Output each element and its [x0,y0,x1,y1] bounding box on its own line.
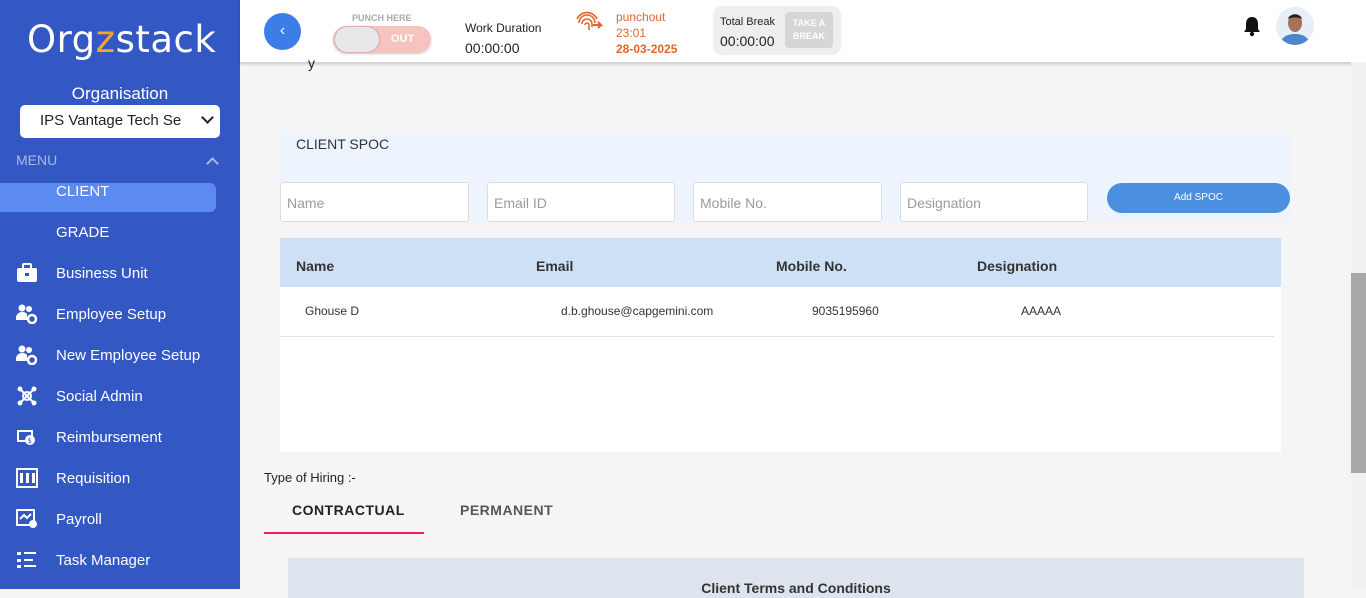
cell-mobile: 9035195960 [812,304,879,318]
sidebar-item-label: Employee Setup [56,306,167,323]
sidebar-item-label: CLIENT [56,183,110,200]
spoc-mobile-field[interactable]: Mobile No. [693,182,882,222]
sidebar-item-payroll[interactable]: Payroll [0,505,216,534]
active-tab-indicator [264,532,424,534]
punchout-date: 28-03-2025 [616,42,678,56]
punch-here-label: PUNCH HERE [352,13,412,23]
sidebar-item-task-manager[interactable]: Task Manager [0,546,216,575]
type-of-hiring-label: Type of Hiring :- [264,470,356,485]
user-avatar-icon [1276,7,1314,45]
punchout-label: punchout [616,10,666,24]
sidebar-item-label: GRADE [56,224,110,241]
spoc-name-field[interactable]: Name [280,182,469,222]
work-duration-value: 00:00:00 [465,40,520,56]
client-spoc-panel: CLIENT SPOC Name Email ID Mobile No. Des… [280,133,1291,222]
column-header-name: Name [296,258,335,274]
sidebar-item-requisition[interactable]: Requisition [0,464,216,493]
cell-email: d.b.ghouse@capgemini.com [561,304,714,318]
top-header: ‹ PUNCH HERE OUT Work Duration 00:00:00 … [240,0,1366,63]
avatar[interactable] [1276,7,1314,45]
bell-icon[interactable] [1242,15,1262,37]
partial-text: y [308,55,315,71]
take-break-button[interactable]: TAKE A BREAK [785,12,833,48]
sidebar-item-grade[interactable]: GRADE [0,218,216,247]
sidebar-item-business-unit[interactable]: Business Unit [0,259,216,288]
column-header-email: Email [536,258,574,274]
cell-designation: AAAAA [1021,304,1062,318]
social-admin-icon [17,386,37,406]
task-list-icon [17,552,36,568]
sidebar-item-label: Requisition [56,470,131,487]
users-gear-icon [16,345,38,365]
menu-label: MENU [16,152,58,168]
organisation-select-value: IPS Vantage Tech Se [40,112,182,129]
svg-text:$: $ [28,437,32,445]
work-duration-label: Work Duration [465,21,542,35]
back-button[interactable]: ‹ [264,13,301,50]
orgzstack-logo[interactable]: Orgzstack [27,18,216,61]
take-break-line1: TAKE A [792,18,826,28]
sidebar-item-social-admin[interactable]: Social Admin [0,382,216,411]
add-spoc-button[interactable]: Add SPOC [1107,183,1290,213]
briefcase-icon [17,263,37,282]
sidebar: Orgzstack Organisation IPS Vantage Tech … [0,0,240,589]
punch-toggle[interactable]: OUT [333,26,431,53]
client-spoc-title: CLIENT SPOC [296,136,390,152]
sidebar-item-label: Payroll [56,511,102,528]
table-header: Name Email Mobile No. Designation [280,238,1281,287]
scrollbar-thumb[interactable] [1351,273,1366,473]
tab-contractual[interactable]: CONTRACTUAL [292,502,405,518]
spoc-table: Name Email Mobile No. Designation Ghouse… [280,238,1281,452]
total-break-label: Total Break [720,16,776,28]
take-break-line2: BREAK [792,31,825,41]
break-panel: Total Break 00:00:00 TAKE A BREAK [714,7,840,54]
chevron-down-icon [201,111,214,124]
requisition-icon [16,468,38,488]
terms-title: Client Terms and Conditions [701,580,891,596]
column-header-designation: Designation [977,258,1058,274]
payroll-icon [16,509,37,528]
sidebar-item-label: Task Manager [56,552,151,569]
sidebar-item-employee-setup[interactable]: Employee Setup [0,300,216,329]
sidebar-item-new-employee-setup[interactable]: New Employee Setup [0,341,216,370]
cell-name: Ghouse D [305,304,360,318]
sidebar-item-reimbursement[interactable]: $ Reimbursement [0,423,216,452]
fingerprint-icon [576,11,603,30]
spoc-email-field[interactable]: Email ID [487,182,675,222]
punchout-time: 23:01 [616,26,647,40]
terms-panel: Client Terms and Conditions [288,558,1304,598]
column-header-mobile: Mobile No. [776,258,847,274]
table-row[interactable]: Ghouse D d.b.ghouse@capgemini.com 903519… [280,287,1274,337]
sidebar-item-label: New Employee Setup [56,347,201,364]
sidebar-item-label: Social Admin [56,388,143,405]
organisation-label: Organisation [71,84,169,103]
sidebar-item-label: Business Unit [56,265,148,282]
sidebar-item-label: Reimbursement [56,429,162,446]
reimbursement-icon: $ [17,430,35,445]
punch-state: OUT [391,33,415,45]
sidebar-item-client[interactable]: CLIENT [0,183,216,212]
total-break-value: 00:00:00 [720,33,775,49]
tab-permanent[interactable]: PERMANENT [460,502,553,518]
spoc-designation-field[interactable]: Designation [900,182,1088,222]
organisation-select[interactable]: IPS Vantage Tech Se [20,105,220,138]
users-gear-icon [16,304,38,324]
chevron-up-icon[interactable] [206,157,219,170]
punch-toggle-knob [335,27,379,52]
